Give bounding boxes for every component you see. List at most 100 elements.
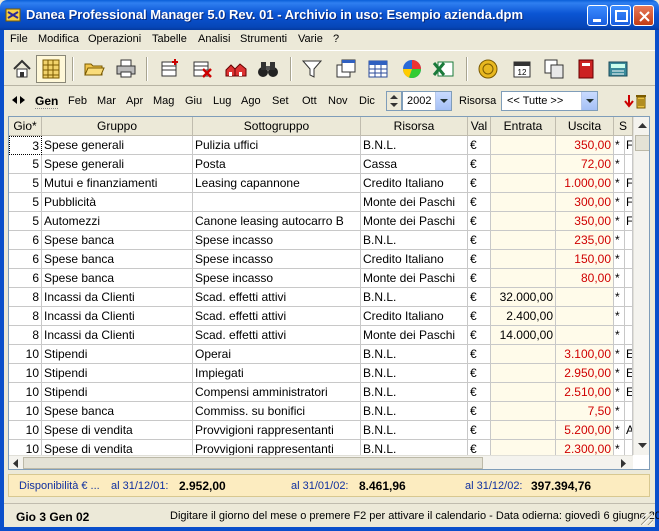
cell-status[interactable]: *: [614, 421, 625, 440]
cell-currency[interactable]: €: [468, 383, 491, 402]
cell-expense[interactable]: 7,50: [556, 402, 614, 421]
cell-income[interactable]: 14.000,00: [491, 326, 556, 345]
cell-extra[interactable]: E: [625, 383, 633, 402]
month-tab-ott[interactable]: Ott: [302, 95, 317, 107]
cell-subgroup[interactable]: Compensi amministratori: [193, 383, 361, 402]
cell-extra[interactable]: [625, 402, 633, 421]
cell-currency[interactable]: €: [468, 269, 491, 288]
cell-expense[interactable]: 1.000,00: [556, 174, 614, 193]
cell-resource[interactable]: B.N.L.: [361, 402, 468, 421]
cell-income[interactable]: 2.400,00: [491, 307, 556, 326]
table-row[interactable]: 6 Spese banca Spese incasso Monte dei Pasch…: [9, 269, 633, 288]
cell-expense[interactable]: 80,00: [556, 269, 614, 288]
month-tab-dic[interactable]: Dic: [359, 95, 375, 107]
cell-resource[interactable]: B.N.L.: [361, 136, 468, 155]
chevron-down-icon[interactable]: [581, 92, 597, 110]
cell-income[interactable]: [491, 212, 556, 231]
month-tab-mag[interactable]: Mag: [153, 95, 174, 107]
column-header-gruppo[interactable]: Gruppo: [42, 117, 193, 136]
cell-subgroup[interactable]: Posta: [193, 155, 361, 174]
pie-chart-icon[interactable]: [400, 57, 424, 81]
window-icon[interactable]: [334, 57, 358, 81]
cell-group[interactable]: Automezzi: [42, 212, 193, 231]
month-tab-feb[interactable]: Feb: [68, 95, 87, 107]
cell-subgroup[interactable]: Scad. effetti attivi: [193, 326, 361, 345]
coin-icon[interactable]: [476, 57, 500, 81]
cell-extra[interactable]: [625, 155, 633, 174]
month-tab-set[interactable]: Set: [272, 95, 289, 107]
cell-income[interactable]: [491, 364, 556, 383]
cell-expense[interactable]: 2.510,00: [556, 383, 614, 402]
cell-expense[interactable]: 3.100,00: [556, 345, 614, 364]
cell-expense[interactable]: 350,00: [556, 212, 614, 231]
cell-resource[interactable]: B.N.L.: [361, 383, 468, 402]
cell-extra[interactable]: [625, 269, 633, 288]
year-spinner[interactable]: [386, 91, 402, 111]
table-icon[interactable]: [366, 57, 390, 81]
column-header-val[interactable]: Val: [468, 117, 491, 136]
cell-currency[interactable]: €: [468, 421, 491, 440]
month-tab-nov[interactable]: Nov: [328, 95, 348, 107]
cell-day[interactable]: 6: [9, 269, 42, 288]
scroll-up-icon[interactable]: [638, 122, 647, 128]
table-row[interactable]: 8 Incassi da Clienti Scad. effetti attivi C…: [9, 307, 633, 326]
cell-status[interactable]: *: [614, 326, 625, 345]
cell-group[interactable]: Incassi da Clienti: [42, 307, 193, 326]
excel-icon[interactable]: [432, 57, 456, 81]
cell-day[interactable]: 10: [9, 421, 42, 440]
cell-subgroup[interactable]: Spese incasso: [193, 269, 361, 288]
cell-status[interactable]: *: [614, 136, 625, 155]
cell-status[interactable]: *: [614, 383, 625, 402]
cell-income[interactable]: [491, 383, 556, 402]
cell-currency[interactable]: €: [468, 212, 491, 231]
cell-extra[interactable]: [625, 250, 633, 269]
cell-subgroup[interactable]: [193, 193, 361, 212]
cell-day[interactable]: 10: [9, 402, 42, 421]
cell-expense[interactable]: 150,00: [556, 250, 614, 269]
table-row[interactable]: 8 Incassi da Clienti Scad. effetti attivi M…: [9, 326, 633, 345]
table-row[interactable]: 6 Spese banca Spese incasso B.N.L. €235,00 *: [9, 231, 633, 250]
cell-resource[interactable]: Monte dei Paschi: [361, 326, 468, 345]
cell-subgroup[interactable]: Scad. effetti attivi: [193, 288, 361, 307]
cell-group[interactable]: Stipendi: [42, 345, 193, 364]
cell-income[interactable]: [491, 250, 556, 269]
cell-income[interactable]: [491, 421, 556, 440]
trash-icon[interactable]: [636, 93, 646, 109]
cell-extra[interactable]: E: [625, 364, 633, 383]
scroll-right-icon[interactable]: [621, 459, 627, 468]
home-icon[interactable]: [10, 57, 34, 81]
cell-expense[interactable]: 235,00: [556, 231, 614, 250]
cell-group[interactable]: Mutui e finanziamenti: [42, 174, 193, 193]
cell-day[interactable]: 8: [9, 326, 42, 345]
table-row[interactable]: 3 Spese generali Pulizia uffici B.N.L. €350,…: [9, 136, 633, 155]
column-header-sottogruppo[interactable]: Sottogruppo: [193, 117, 361, 136]
month-tab-ago[interactable]: Ago: [241, 95, 261, 107]
calculator-icon[interactable]: [606, 57, 630, 81]
month-tab-mar[interactable]: Mar: [97, 95, 116, 107]
cell-income[interactable]: [491, 155, 556, 174]
print-icon[interactable]: [114, 57, 138, 81]
cell-income[interactable]: [491, 345, 556, 364]
book-icon[interactable]: [574, 57, 598, 81]
sort-down-icon[interactable]: [624, 94, 634, 108]
cell-expense[interactable]: 300,00: [556, 193, 614, 212]
cell-status[interactable]: *: [614, 250, 625, 269]
column-header-risorsa[interactable]: Risorsa: [361, 117, 468, 136]
cell-subgroup[interactable]: Pulizia uffici: [193, 136, 361, 155]
cell-day[interactable]: 10: [9, 364, 42, 383]
menu-file[interactable]: File: [10, 33, 28, 45]
cell-income[interactable]: [491, 231, 556, 250]
cell-day[interactable]: 10: [9, 383, 42, 402]
minimize-button[interactable]: [587, 5, 608, 26]
cell-resource[interactable]: Monte dei Paschi: [361, 193, 468, 212]
cell-extra[interactable]: F: [625, 212, 633, 231]
cell-currency[interactable]: €: [468, 231, 491, 250]
cell-day[interactable]: 5: [9, 174, 42, 193]
cell-resource[interactable]: B.N.L.: [361, 345, 468, 364]
year-select[interactable]: 2002: [402, 91, 452, 111]
cell-group[interactable]: Spese banca: [42, 231, 193, 250]
menu-strumenti[interactable]: Strumenti: [240, 33, 287, 45]
cell-subgroup[interactable]: Spese incasso: [193, 231, 361, 250]
title-bar[interactable]: Danea Professional Manager 5.0 Rev. 01 -…: [0, 0, 659, 30]
cell-income[interactable]: [491, 136, 556, 155]
